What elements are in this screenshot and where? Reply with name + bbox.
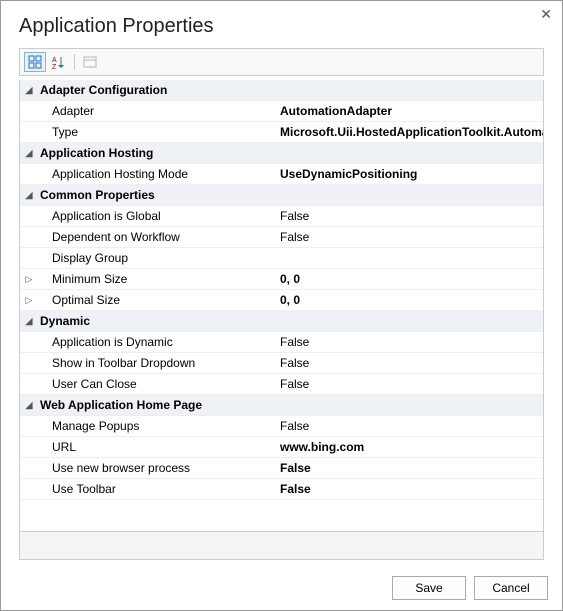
collapse-icon[interactable]: ◢ bbox=[20, 143, 38, 163]
close-icon[interactable]: ✕ bbox=[540, 7, 552, 21]
property-row[interactable]: TypeMicrosoft.Uii.HostedApplicationToolk… bbox=[20, 122, 543, 143]
svg-text:A: A bbox=[52, 57, 57, 64]
property-name: Use new browser process bbox=[38, 458, 276, 478]
collapse-icon[interactable]: ◢ bbox=[20, 395, 38, 415]
property-name: Type bbox=[38, 122, 276, 142]
dialog-title: Application Properties bbox=[1, 1, 562, 48]
toolbar-separator bbox=[74, 54, 75, 70]
property-name: Dependent on Workflow bbox=[38, 227, 276, 247]
property-name: Optimal Size bbox=[38, 290, 276, 310]
property-value[interactable]: Microsoft.Uii.HostedApplicationToolkit.A… bbox=[276, 122, 543, 142]
gutter-spacer bbox=[20, 416, 38, 436]
gutter-spacer bbox=[20, 458, 38, 478]
category-header[interactable]: ◢Adapter Configuration bbox=[20, 80, 543, 101]
property-name: Manage Popups bbox=[38, 416, 276, 436]
gutter-spacer bbox=[20, 227, 38, 247]
property-name: Application is Global bbox=[38, 206, 276, 226]
property-row[interactable]: Dependent on WorkflowFalse bbox=[20, 227, 543, 248]
property-value[interactable]: False bbox=[276, 479, 543, 499]
property-value[interactable]: 0, 0 bbox=[276, 290, 543, 310]
gutter-spacer bbox=[20, 101, 38, 121]
property-row[interactable]: Display Group bbox=[20, 248, 543, 269]
property-value[interactable]: 0, 0 bbox=[276, 269, 543, 289]
gutter-spacer bbox=[20, 332, 38, 352]
category-header[interactable]: ◢Common Properties bbox=[20, 185, 543, 206]
property-row[interactable]: ▷Minimum Size0, 0 bbox=[20, 269, 543, 290]
description-pane bbox=[19, 532, 544, 560]
property-row[interactable]: ▷Optimal Size0, 0 bbox=[20, 290, 543, 311]
property-value[interactable]: False bbox=[276, 206, 543, 226]
gutter-spacer bbox=[20, 479, 38, 499]
property-row[interactable]: Application is GlobalFalse bbox=[20, 206, 543, 227]
expand-icon[interactable]: ▷ bbox=[20, 290, 38, 310]
dialog-footer: Save Cancel bbox=[1, 566, 562, 610]
gutter-spacer bbox=[20, 206, 38, 226]
category-header[interactable]: ◢Dynamic bbox=[20, 311, 543, 332]
property-value[interactable]: False bbox=[276, 374, 543, 394]
property-name: Show in Toolbar Dropdown bbox=[38, 353, 276, 373]
property-name: Adapter bbox=[38, 101, 276, 121]
collapse-icon[interactable]: ◢ bbox=[20, 80, 38, 100]
property-grid-toolbar: A Z bbox=[19, 48, 544, 76]
svg-text:Z: Z bbox=[52, 64, 57, 69]
property-grid: ◢Adapter ConfigurationAdapterAutomationA… bbox=[19, 80, 544, 532]
gutter-spacer bbox=[20, 437, 38, 457]
property-row[interactable]: Use new browser processFalse bbox=[20, 458, 543, 479]
collapse-icon[interactable]: ◢ bbox=[20, 311, 38, 331]
property-value[interactable]: False bbox=[276, 458, 543, 478]
collapse-icon[interactable]: ◢ bbox=[20, 185, 38, 205]
category-label: Dynamic bbox=[38, 311, 276, 331]
categorized-button[interactable] bbox=[24, 52, 46, 72]
property-row[interactable]: Application Hosting ModeUseDynamicPositi… bbox=[20, 164, 543, 185]
property-row[interactable]: AdapterAutomationAdapter bbox=[20, 101, 543, 122]
property-name: URL bbox=[38, 437, 276, 457]
property-value[interactable]: False bbox=[276, 227, 543, 247]
property-name: Application is Dynamic bbox=[38, 332, 276, 352]
property-row[interactable]: Use ToolbarFalse bbox=[20, 479, 543, 500]
gutter-spacer bbox=[20, 248, 38, 268]
gutter-spacer bbox=[20, 164, 38, 184]
property-pages-button[interactable] bbox=[79, 52, 101, 72]
property-value[interactable]: False bbox=[276, 353, 543, 373]
property-name: Display Group bbox=[38, 248, 276, 268]
property-row[interactable]: User Can CloseFalse bbox=[20, 374, 543, 395]
property-row[interactable]: Application is DynamicFalse bbox=[20, 332, 543, 353]
property-row[interactable]: URLwww.bing.com bbox=[20, 437, 543, 458]
category-label: Application Hosting bbox=[38, 143, 276, 163]
save-button[interactable]: Save bbox=[392, 576, 466, 600]
category-label: Web Application Home Page bbox=[38, 395, 276, 415]
property-value[interactable]: False bbox=[276, 416, 543, 436]
property-row[interactable]: Show in Toolbar DropdownFalse bbox=[20, 353, 543, 374]
cancel-button[interactable]: Cancel bbox=[474, 576, 548, 600]
gutter-spacer bbox=[20, 122, 38, 142]
property-name: User Can Close bbox=[38, 374, 276, 394]
gutter-spacer bbox=[20, 374, 38, 394]
gutter-spacer bbox=[20, 353, 38, 373]
category-header[interactable]: ◢Application Hosting bbox=[20, 143, 543, 164]
property-value[interactable]: AutomationAdapter bbox=[276, 101, 543, 121]
category-label: Common Properties bbox=[38, 185, 276, 205]
property-value[interactable]: False bbox=[276, 332, 543, 352]
property-value[interactable]: www.bing.com bbox=[276, 437, 543, 457]
property-name: Minimum Size bbox=[38, 269, 276, 289]
category-header[interactable]: ◢Web Application Home Page bbox=[20, 395, 543, 416]
property-value[interactable] bbox=[276, 248, 543, 268]
expand-icon[interactable]: ▷ bbox=[20, 269, 38, 289]
alphabetical-button[interactable]: A Z bbox=[48, 52, 70, 72]
category-label: Adapter Configuration bbox=[38, 80, 276, 100]
property-value[interactable]: UseDynamicPositioning bbox=[276, 164, 543, 184]
property-row[interactable]: Manage PopupsFalse bbox=[20, 416, 543, 437]
property-name: Use Toolbar bbox=[38, 479, 276, 499]
property-name: Application Hosting Mode bbox=[38, 164, 276, 184]
